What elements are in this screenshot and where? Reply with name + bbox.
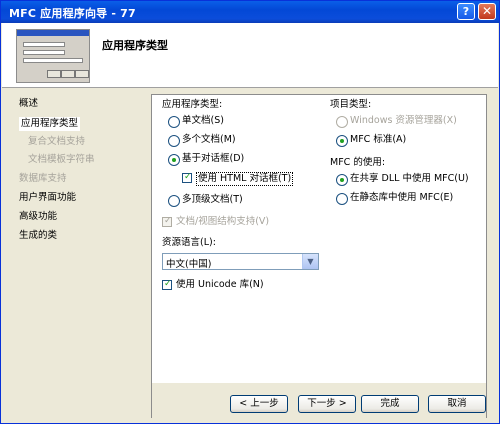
project-type-label: 项目类型: — [330, 99, 372, 110]
wizard-window: MFC 应用程序向导 - 77 ? ✕ 应用程序类型 概述 应用程序类型 复合文… — [0, 0, 500, 424]
checkbox-html-dialog-label[interactable]: 使用 HTML 对话框(T) — [196, 172, 294, 186]
radio-windows-explorer — [336, 116, 348, 128]
checkbox-html-dialog[interactable] — [182, 172, 192, 183]
wizard-preview-image — [16, 29, 90, 83]
radio-dialog-based[interactable] — [168, 154, 180, 166]
nav-item-doc-template: 文档模板字符串 — [28, 154, 95, 165]
back-button[interactable]: < 上一步 — [230, 395, 288, 413]
radio-mfc-standard[interactable] — [336, 135, 348, 147]
radio-multi-doc[interactable] — [168, 135, 180, 147]
resource-lang-value: 中文(中国) — [166, 259, 212, 270]
mfc-use-label: MFC 的使用: — [330, 157, 386, 168]
radio-dialog-based-label[interactable]: 基于对话框(D) — [182, 153, 244, 165]
checkbox-unicode[interactable] — [162, 279, 172, 290]
help-button[interactable]: ? — [457, 3, 475, 20]
radio-static-lib[interactable] — [336, 193, 348, 205]
close-button[interactable]: ✕ — [478, 3, 496, 20]
chevron-down-icon[interactable]: ▼ — [302, 254, 318, 269]
nav-item-advanced[interactable]: 高级功能 — [19, 210, 57, 224]
radio-multi-toplevel[interactable] — [168, 195, 180, 207]
radio-shared-dll[interactable] — [336, 174, 348, 186]
finish-button[interactable]: 完成 — [361, 395, 419, 413]
title-bar[interactable]: MFC 应用程序向导 - 77 ? ✕ — [1, 1, 499, 23]
nav-item-compound-doc: 复合文档支持 — [28, 136, 86, 147]
radio-static-lib-label[interactable]: 在静态库中使用 MFC(E) — [350, 192, 453, 204]
radio-multi-doc-label[interactable]: 多个文档(M) — [182, 134, 236, 146]
radio-mfc-standard-label[interactable]: MFC 标准(A) — [350, 134, 406, 146]
resource-lang-label: 资源语言(L): — [162, 237, 216, 248]
app-type-label: 应用程序类型: — [162, 99, 223, 110]
page-title: 应用程序类型 — [102, 39, 168, 52]
checkbox-doc-view-label: 文档/视图结构支持(V) — [176, 216, 270, 227]
radio-single-doc-label[interactable]: 单文档(S) — [182, 115, 224, 127]
resource-lang-select[interactable]: 中文(中国) ▼ — [162, 253, 319, 270]
options-panel: 应用程序类型: 单文档(S) 多个文档(M) 基于对话框(D) 使用 HTML … — [151, 94, 487, 421]
nav-item-overview[interactable]: 概述 — [19, 97, 38, 111]
nav-item-generated-classes[interactable]: 生成的类 — [19, 229, 57, 243]
radio-single-doc[interactable] — [168, 116, 180, 128]
radio-multi-toplevel-label[interactable]: 多顶级文档(T) — [182, 194, 243, 206]
wizard-header: 应用程序类型 — [2, 23, 498, 88]
cancel-button[interactable]: 取消 — [428, 395, 486, 413]
nav-item-app-type[interactable]: 应用程序类型 — [19, 117, 81, 131]
nav-item-ui-features[interactable]: 用户界面功能 — [19, 191, 76, 205]
window-title: MFC 应用程序向导 - 77 — [9, 7, 136, 20]
checkbox-unicode-label[interactable]: 使用 Unicode 库(N) — [176, 279, 264, 291]
radio-shared-dll-label[interactable]: 在共享 DLL 中使用 MFC(U) — [350, 173, 469, 185]
nav-item-database: 数据库支持 — [19, 173, 67, 184]
checkbox-doc-view — [162, 216, 172, 227]
radio-windows-explorer-label: Windows 资源管理器(X) — [350, 115, 457, 126]
next-button[interactable]: 下一步 > — [298, 395, 356, 413]
